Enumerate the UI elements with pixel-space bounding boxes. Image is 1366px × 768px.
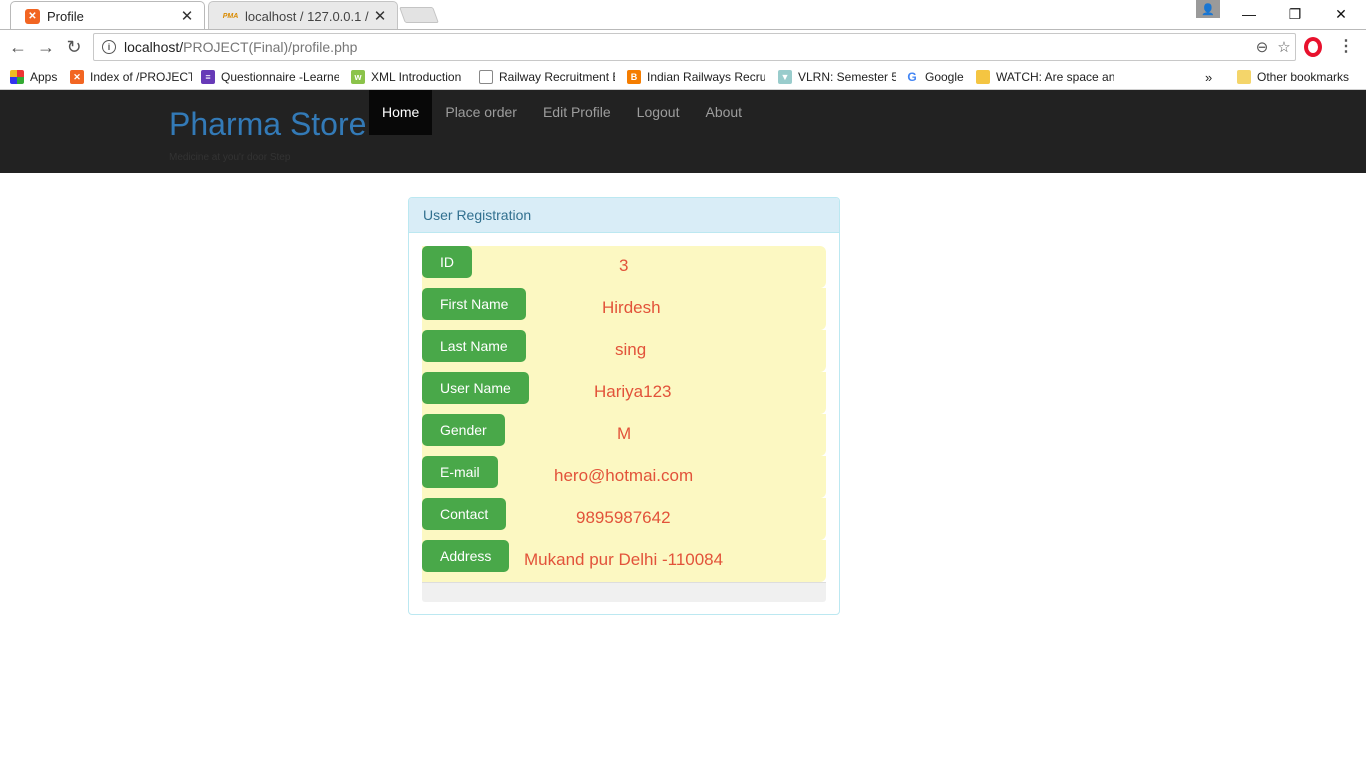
bookmark-questionnaire[interactable]: ≡ Questionnaire -Learne [201,68,339,86]
tab-title: localhost / 127.0.0.1 / pro [245,8,373,24]
field-row-user-name: User Name Hariya123 [422,372,826,414]
reload-icon[interactable]: ↻ [62,35,86,59]
panel-heading: User Registration [409,198,839,233]
vlrn-icon: ▼ [778,70,792,84]
bookmark-watch-space[interactable]: WATCH: Are space an [976,68,1114,86]
bookmark-label: VLRN: Semester 5 [798,70,896,84]
browser-toolbar: ← → ↻ i localhost/PROJECT(Final)/profile… [0,30,1366,64]
tab-phpmyadmin[interactable]: PMA localhost / 127.0.0.1 / pro ✕ [208,1,398,30]
main-nav: Home Place order Edit Profile Logout Abo… [369,90,755,135]
brand-title[interactable]: Pharma Store [169,106,366,143]
bookmark-label: Other bookmarks [1257,70,1350,84]
user-registration-panel: User Registration ID 3 First Name Hirdes… [408,197,840,615]
w3schools-icon: w [351,70,365,84]
other-bookmarks-folder[interactable]: Other bookmarks [1237,68,1349,86]
first-name-value: Hirdesh [602,298,661,317]
google-icon: G [905,70,919,84]
id-value: 3 [619,256,629,275]
panel-footer [422,582,826,602]
page-icon [479,70,493,84]
bookmark-indian-railways[interactable]: B Indian Railways Recru [627,68,765,86]
tab-profile[interactable]: ✕ Profile ✕ [10,1,205,30]
bookmark-label: Railway Recruitment E [499,70,615,84]
first-name-label-button[interactable]: First Name [422,288,527,320]
address-value: Mukand pur Delhi -110084 [524,550,724,569]
profile-fields: ID 3 First Name Hirdesh Last Name sing U… [422,246,826,582]
nav-logout[interactable]: Logout [624,90,693,135]
bookmark-label: Questionnaire -Learne [221,70,339,84]
bookmark-label: WATCH: Are space an [996,70,1114,84]
forward-arrow-icon[interactable]: → [34,35,58,59]
xampp-icon: ✕ [70,70,84,84]
user-name-value: Hariya123 [594,382,672,401]
field-row-id: ID 3 [422,246,826,288]
field-row-last-name: Last Name sing [422,330,826,372]
zoom-icon[interactable]: ⊖ [1251,38,1273,56]
user-profile-icon[interactable]: 👤 [1196,0,1220,18]
field-row-gender: Gender M [422,414,826,456]
folder-icon [976,70,990,84]
bookmark-label: Google [925,70,964,84]
url-path: PROJECT(Final)/profile.php [183,39,358,55]
email-value: hero@hotmai.com [554,466,694,485]
nav-home[interactable]: Home [369,90,433,135]
blogger-icon: B [627,70,641,84]
back-arrow-icon[interactable]: ← [6,35,30,59]
user-name-label-button[interactable]: User Name [422,372,529,404]
url-text[interactable]: localhost/PROJECT(Final)/profile.php [124,39,1251,55]
email-label-button[interactable]: E-mail [422,456,498,488]
restore-icon[interactable]: ❐ [1272,2,1318,26]
field-row-email: E-mail hero@hotmai.com [422,456,826,498]
field-row-first-name: First Name Hirdesh [422,288,826,330]
bookmark-google[interactable]: G Google [905,68,967,86]
brand-tagline: Medicine at you'r door Step [169,152,291,163]
folder-icon [1237,70,1251,84]
bookmark-label: Apps [30,70,58,84]
address-label-button[interactable]: Address [422,540,510,572]
bookmark-railway-recruitment[interactable]: Railway Recruitment E [479,68,615,86]
info-icon[interactable]: i [102,40,116,54]
bookmark-apps[interactable]: Apps [10,68,57,86]
bookmark-label: XML Introduction [371,70,462,84]
form-icon: ≡ [201,70,215,84]
last-name-value: sing [615,340,647,359]
menu-dots-icon[interactable]: ⋮ [1336,36,1356,58]
last-name-label-button[interactable]: Last Name [422,330,526,362]
phpmyadmin-icon: PMA [222,12,239,20]
url-host: localhost/ [124,39,184,55]
field-row-address: Address Mukand pur Delhi -110084 [422,540,826,582]
tab-title: Profile [47,8,84,24]
bookmarks-bar: Apps ✕ Index of /PROJECT ≡ Questionnaire… [0,64,1366,89]
nav-about[interactable]: About [692,90,755,135]
id-label-button[interactable]: ID [422,246,472,278]
gender-label-button[interactable]: Gender [422,414,505,446]
more-bookmarks-chevron[interactable]: » [1205,68,1212,86]
field-row-contact: Contact 9895987642 [422,498,826,540]
bookmark-xml-intro[interactable]: w XML Introduction [351,68,469,86]
xampp-icon: ✕ [25,8,40,24]
contact-value: 9895987642 [576,508,671,527]
new-tab-button[interactable] [399,7,439,23]
site-navbar: Pharma Store Medicine at you'r door Step… [0,90,1366,173]
bookmark-label: Indian Railways Recru [647,70,765,84]
star-icon[interactable]: ☆ [1273,38,1295,56]
window-close-icon[interactable]: ✕ [1318,2,1364,26]
minimize-icon[interactable]: — [1226,2,1272,26]
bookmark-label: Index of /PROJECT [90,70,192,84]
close-icon[interactable]: ✕ [180,7,194,25]
bookmark-index-project[interactable]: ✕ Index of /PROJECT [70,68,192,86]
nav-place-order[interactable]: Place order [432,90,530,135]
contact-label-button[interactable]: Contact [422,498,507,530]
close-icon[interactable]: ✕ [373,7,387,25]
address-bar[interactable]: i localhost/PROJECT(Final)/profile.php ⊖… [93,33,1296,61]
nav-edit-profile[interactable]: Edit Profile [530,90,624,135]
bookmark-vlrn[interactable]: ▼ VLRN: Semester 5 [778,68,896,86]
apps-grid-icon [10,70,24,84]
opera-extension-icon[interactable] [1304,37,1322,57]
gender-value: M [617,424,632,443]
